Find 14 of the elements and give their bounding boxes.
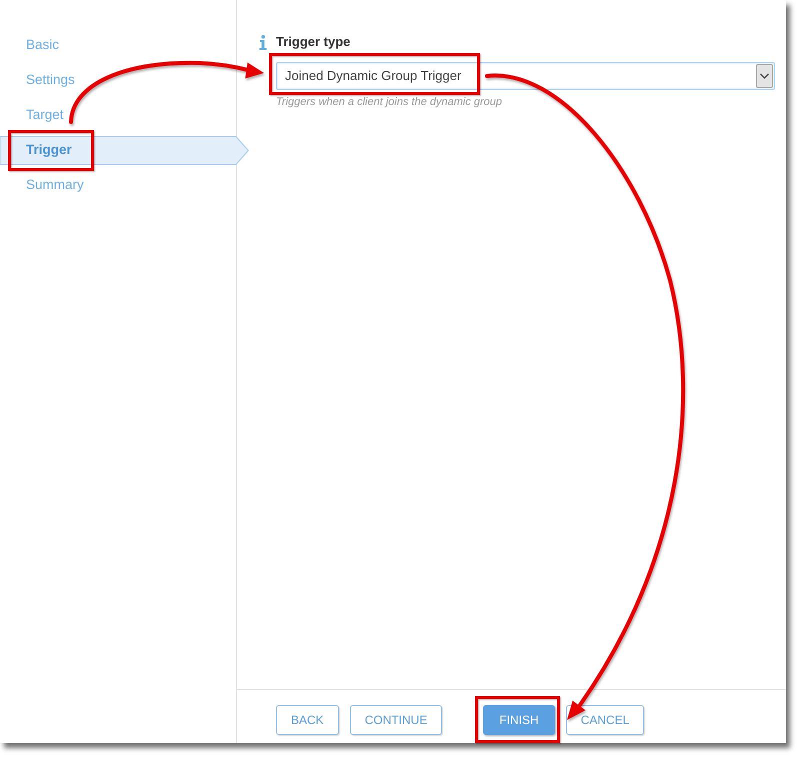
field-hint: Triggers when a client joins the dynamic group xyxy=(276,96,502,109)
caret-icon[interactable] xyxy=(756,64,773,88)
wizard-button[interactable]: BACK xyxy=(276,705,339,735)
sidebar-item[interactable]: Summary xyxy=(0,171,236,200)
field-label: Trigger type xyxy=(276,33,350,51)
wizard-button[interactable]: CONTINUE xyxy=(350,705,442,735)
sidebar-item[interactable]: Settings xyxy=(0,66,236,95)
dropdown-field[interactable]: Joined Dynamic Group Trigger xyxy=(276,62,775,90)
sidebar-item[interactable]: Target xyxy=(0,101,236,130)
sidebar-item[interactable]: Trigger xyxy=(0,136,249,165)
info-icon xyxy=(259,34,267,50)
wizard-button[interactable]: CANCEL xyxy=(566,705,644,735)
sidebar-item[interactable]: Basic xyxy=(0,31,236,60)
wizard-button[interactable]: FINISH xyxy=(483,705,555,735)
